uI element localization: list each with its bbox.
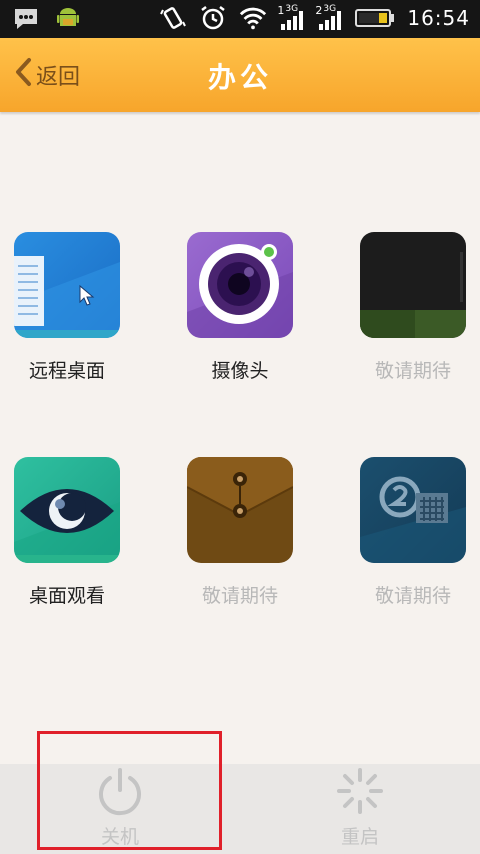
app-label: 敬请期待 (374, 360, 451, 382)
alarm-icon (199, 4, 227, 32)
app-label: 摄像头 (211, 360, 269, 382)
status-time: 16:54 (407, 6, 470, 30)
restart-button[interactable]: 重启 (240, 764, 480, 854)
sim1-signal-icon: 1 3G (277, 4, 305, 32)
vibrate-icon (159, 4, 187, 32)
eye-icon (14, 457, 120, 563)
envelope-icon (187, 457, 293, 563)
sim2-signal-icon: 2 3G (315, 4, 343, 32)
app-remote-desktop[interactable]: 远程桌面 (0, 232, 147, 383)
app-camera[interactable]: 摄像头 (160, 232, 320, 383)
android-icon (54, 5, 82, 33)
remote-desktop-icon (14, 232, 120, 338)
calendar-icon (360, 457, 466, 563)
app-label: 敬请期待 (201, 585, 278, 607)
app-coming-soon-1: 敬请期待 (333, 232, 480, 383)
camera-icon (187, 232, 293, 338)
app-label: 远程桌面 (28, 360, 105, 382)
app-label: 桌面观看 (28, 585, 105, 607)
page-title: 办公 (207, 61, 272, 94)
app-desktop-view[interactable]: 桌面观看 (0, 457, 147, 608)
wifi-icon (239, 4, 267, 32)
restart-label: 重启 (340, 826, 379, 848)
app-coming-soon-2: 敬请期待 (160, 457, 320, 608)
coming-soon-dark-icon (360, 232, 466, 338)
app-coming-soon-3: 敬请期待 (333, 457, 480, 608)
app-label: 敬请期待 (374, 585, 451, 607)
battery-icon (355, 4, 395, 32)
loading-spinner-icon (240, 766, 480, 820)
header-bar: 返回 办公 (0, 38, 480, 112)
highlight-box (37, 731, 222, 850)
message-icon (12, 5, 40, 33)
status-bar: 1 3G 2 3G 16:54 (0, 0, 480, 38)
